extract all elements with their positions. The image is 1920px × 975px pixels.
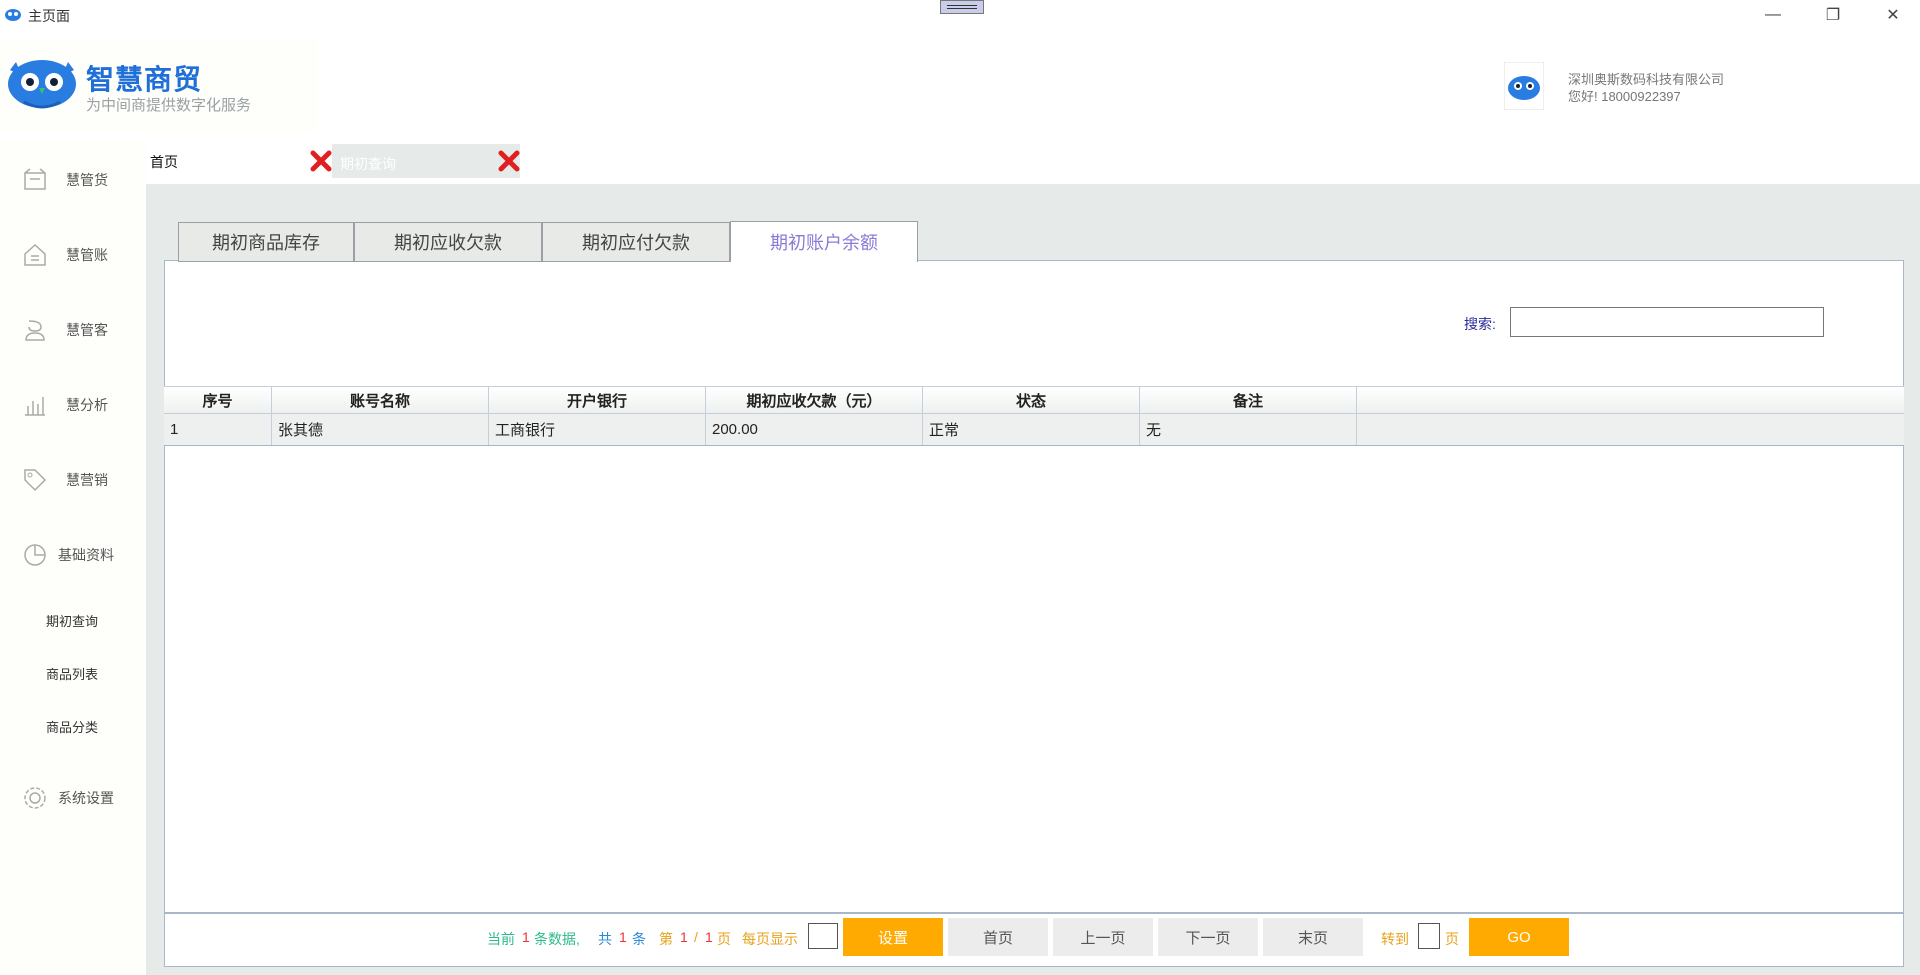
pager-per-page-label: 每页显示 (742, 931, 798, 947)
column-header-index[interactable]: 序号 (164, 387, 272, 413)
pager-page-sep: / (694, 929, 698, 945)
pie-chart-icon (24, 544, 46, 566)
next-page-button[interactable]: 下一页 (1158, 918, 1258, 956)
tag-icon (24, 469, 47, 492)
gear-icon (24, 787, 46, 809)
sidebar-item-label: 慧管客 (66, 322, 108, 338)
tab-opening-account-balance[interactable]: 期初账户余额 (730, 221, 918, 262)
cell-empty (1357, 414, 1904, 445)
brand-name: 智慧商贸 (86, 64, 203, 95)
column-header-status[interactable]: 状态 (923, 387, 1140, 413)
pager-page-total: 1 (705, 929, 713, 945)
sidebar-subitem-product-category[interactable]: 商品分类 (46, 717, 98, 736)
pager-total-count: 1 (619, 929, 627, 945)
per-page-input[interactable] (808, 923, 838, 949)
cell-index: 1 (164, 414, 272, 445)
column-header-empty (1357, 387, 1904, 413)
pager-total-prefix: 共 (598, 931, 612, 947)
column-header-bank[interactable]: 开户银行 (489, 387, 706, 413)
data-table: 序号 账号名称 开户银行 期初应收欠款（元） 状态 备注 1 张其德 工商银行 … (164, 386, 1904, 446)
logo: 智慧商贸 为中间商提供数字化服务 (0, 38, 318, 132)
search-label: 搜索: (1464, 316, 1496, 332)
cell-remark: 无 (1140, 414, 1357, 445)
goto-suffix: 页 (1445, 931, 1459, 947)
cell-account-name: 张其德 (272, 414, 489, 445)
title-bar: 主页面 — ❐ ✕ (0, 0, 1920, 30)
cell-bank: 工商银行 (489, 414, 706, 445)
sidebar-item-label: 基础资料 (58, 547, 114, 563)
pager-total-suffix: 条 (632, 931, 646, 947)
tab-opening-inventory[interactable]: 期初商品库存 (178, 222, 354, 262)
pager-page-suffix: 页 (717, 931, 731, 947)
sidebar-item-label: 慧分析 (66, 397, 108, 413)
sidebar-subitem-product-list[interactable]: 商品列表 (46, 664, 98, 683)
house-icon (24, 243, 46, 266)
close-tab-icon[interactable] (310, 150, 332, 172)
owl-logo-icon (8, 60, 76, 109)
avatar[interactable] (1504, 62, 1544, 110)
first-page-button[interactable]: 首页 (948, 918, 1048, 956)
pager-page-prefix: 第 (659, 931, 673, 947)
customer-icon (25, 320, 45, 341)
sidebar-item-goods[interactable]: 慧管货 (0, 160, 146, 200)
search-input[interactable] (1510, 307, 1824, 337)
sidebar-item-label: 慧管货 (66, 172, 108, 188)
tab-opening-receivables[interactable]: 期初应收欠款 (354, 222, 542, 262)
sidebar-item-settings[interactable]: 系统设置 (0, 778, 146, 818)
goto-page-input[interactable] (1418, 923, 1440, 949)
sidebar-item-label: 慧管账 (66, 247, 108, 263)
table-row[interactable]: 1 张其德 工商银行 200.00 正常 无 (164, 414, 1904, 446)
set-page-size-button[interactable]: 设置 (843, 918, 943, 956)
sidebar-item-accounts[interactable]: 慧管账 (0, 235, 146, 275)
sidebar-item-label: 慧营销 (66, 472, 108, 488)
content-area (164, 260, 1904, 913)
tab-opening-payables[interactable]: 期初应付欠款 (542, 222, 730, 262)
goto-label: 转到 (1381, 931, 1409, 947)
last-page-button[interactable]: 末页 (1263, 918, 1363, 956)
page-tab-home[interactable]: 首页 (150, 152, 178, 172)
cell-opening-receivable: 200.00 (706, 414, 923, 445)
brand-tagline: 为中间商提供数字化服务 (86, 97, 252, 114)
sidebar-item-customers[interactable]: 慧管客 (0, 310, 146, 350)
sidebar-item-analysis[interactable]: 慧分析 (0, 385, 146, 425)
app-owl-icon (5, 9, 21, 21)
cell-status: 正常 (923, 414, 1140, 445)
drag-handle[interactable] (940, 0, 984, 14)
column-header-remark[interactable]: 备注 (1140, 387, 1357, 413)
window-title: 主页面 (28, 8, 70, 24)
warehouse-icon (24, 168, 46, 190)
go-button[interactable]: GO (1469, 918, 1569, 956)
prev-page-button[interactable]: 上一页 (1053, 918, 1153, 956)
minimize-button[interactable]: — (1745, 0, 1801, 30)
page-tab-opening-query[interactable]: 期初查询 (332, 144, 520, 178)
column-header-opening-receivable[interactable]: 期初应收欠款（元） (706, 387, 923, 413)
bar-chart-icon (25, 397, 45, 416)
pager-current-suffix: 条数据, (534, 931, 580, 947)
sidebar-subitem-opening-query[interactable]: 期初查询 (46, 611, 98, 630)
pager-current-prefix: 当前 (487, 931, 515, 947)
column-header-account-name[interactable]: 账号名称 (272, 387, 489, 413)
page-tab-label: 期初查询 (340, 156, 396, 172)
sidebar-item-label: 系统设置 (58, 790, 114, 806)
close-button[interactable]: ✕ (1865, 0, 1920, 30)
restore-button[interactable]: ❐ (1805, 0, 1861, 30)
close-tab-icon[interactable] (498, 150, 520, 172)
sidebar-item-basics[interactable]: 基础资料 (0, 535, 146, 575)
sidebar-item-marketing[interactable]: 慧营销 (0, 460, 146, 500)
user-greeting: 您好! 18000922397 (1568, 89, 1681, 104)
table-header: 序号 账号名称 开户银行 期初应收欠款（元） 状态 备注 (164, 386, 1904, 414)
pager-page-current: 1 (680, 929, 688, 945)
pager-current-count: 1 (522, 929, 530, 945)
